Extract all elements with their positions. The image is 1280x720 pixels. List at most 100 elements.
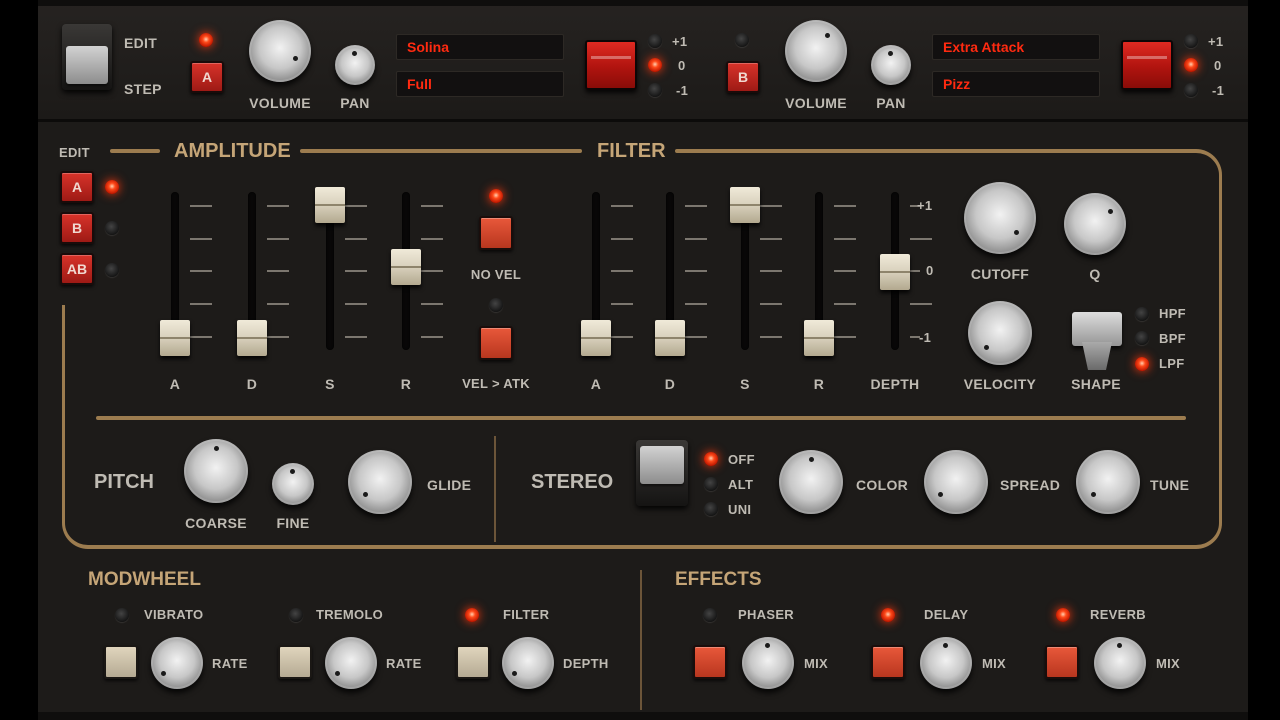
vibrato-rate-knob[interactable] (151, 637, 203, 689)
layer-b-preset-display[interactable]: Extra Attack (932, 34, 1100, 60)
no-vel-led (489, 189, 503, 203)
layer-b-oct-zero-led (1184, 58, 1198, 72)
vel-atk-led (489, 298, 503, 312)
phaser-mix-knob[interactable] (742, 637, 794, 689)
edit-section-label: EDIT (59, 145, 90, 160)
layer-a-led (199, 33, 213, 47)
pitch-stereo-divider (494, 436, 496, 542)
vibrato-led (115, 608, 129, 622)
velocity-knob[interactable] (968, 301, 1032, 365)
modwheel-effects-divider (640, 570, 642, 710)
lpf-led (1135, 357, 1149, 371)
depth-scale-minus: -1 (919, 330, 932, 345)
layer-b-button[interactable]: B (726, 61, 760, 93)
frame-top-line-left (110, 149, 160, 153)
stereo-switch[interactable] (636, 440, 688, 506)
delay-led (881, 608, 895, 622)
layer-b-volume-label: VOLUME (785, 95, 847, 111)
synth-panel: EDIT STEP A VOLUME PAN Solina Full +1 0 … (38, 0, 1248, 720)
filter-title: FILTER (597, 140, 666, 162)
no-vel-button[interactable] (479, 216, 513, 250)
depth-scale-plus: +1 (917, 198, 933, 213)
phaser-led (703, 608, 717, 622)
spread-knob[interactable] (924, 450, 988, 514)
layer-b-volume-knob[interactable] (785, 20, 847, 82)
mod-filter-button[interactable] (456, 645, 490, 679)
layer-a-volume-knob[interactable] (249, 20, 311, 82)
filter-s-label: S (740, 376, 750, 392)
layer-a-preset-display[interactable]: Solina (396, 34, 564, 60)
frame-bottom-line (90, 545, 1194, 549)
shape-switch[interactable] (1072, 312, 1122, 370)
tune-knob[interactable] (1076, 450, 1140, 514)
modwheel-title: MODWHEEL (88, 569, 201, 590)
layer-b-oct-plus-label: +1 (1208, 34, 1224, 49)
delay-button[interactable] (871, 645, 905, 679)
layer-a-oct-plus-led (648, 34, 662, 48)
tremolo-button[interactable] (278, 645, 312, 679)
q-knob[interactable] (1064, 193, 1126, 255)
delay-label: DELAY (924, 607, 969, 622)
layer-a-oct-zero-label: 0 (678, 58, 686, 73)
vel-atk-button[interactable] (479, 326, 513, 360)
mod-filter-led (465, 608, 479, 622)
frame-corner-bottom-left (62, 515, 96, 549)
amp-a-label: A (169, 376, 181, 392)
layer-b-variation-display[interactable]: Pizz (932, 71, 1100, 97)
mod-depth-label: DEPTH (563, 656, 609, 671)
layer-a-oct-zero-led (648, 58, 662, 72)
edit-a-button[interactable]: A (60, 171, 94, 203)
layer-a-pan-knob[interactable] (335, 45, 375, 85)
layer-b-pan-knob[interactable] (871, 45, 911, 85)
filter-depth-label: DEPTH (870, 376, 920, 392)
q-label: Q (1089, 266, 1101, 282)
mod-depth-knob[interactable] (502, 637, 554, 689)
tremolo-label: TREMOLO (316, 607, 384, 622)
depth-scale-zero: 0 (926, 263, 934, 278)
tremolo-rate-knob[interactable] (325, 637, 377, 689)
reverb-button[interactable] (1045, 645, 1079, 679)
reverb-mix-knob[interactable] (1094, 637, 1146, 689)
color-label: COLOR (856, 477, 909, 493)
amp-r-label: R (400, 376, 412, 392)
cutoff-knob[interactable] (964, 182, 1036, 254)
effects-title: EFFECTS (675, 569, 762, 590)
edit-step-switch[interactable] (62, 24, 112, 90)
cutoff-label: CUTOFF (970, 266, 1030, 282)
layer-b-oct-minus-label: -1 (1212, 83, 1225, 98)
delay-mix-knob[interactable] (920, 637, 972, 689)
fine-knob[interactable] (272, 463, 314, 505)
edit-ab-button[interactable]: AB (60, 253, 94, 285)
frame-corner-top-right (1190, 149, 1222, 181)
layer-b-octave-button[interactable] (1121, 40, 1173, 90)
filter-d-label: D (664, 376, 676, 392)
frame-right-line (1219, 176, 1222, 521)
phaser-label: PHASER (738, 607, 794, 622)
spread-label: SPREAD (1000, 477, 1061, 493)
edit-a-led (105, 180, 119, 194)
phaser-button[interactable] (693, 645, 727, 679)
amplitude-title: AMPLITUDE (174, 140, 291, 162)
lpf-label: LPF (1159, 356, 1185, 371)
layer-a-button[interactable]: A (190, 61, 224, 93)
layer-a-octave-button[interactable] (585, 40, 637, 90)
color-knob[interactable] (779, 450, 843, 514)
edit-label: EDIT (124, 35, 158, 51)
coarse-knob[interactable] (184, 439, 248, 503)
frame-middle-line (96, 416, 1186, 420)
layer-a-variation-display[interactable]: Full (396, 71, 564, 97)
filter-r-label: R (813, 376, 825, 392)
vibrato-rate-label: RATE (212, 656, 248, 671)
filter-a-label: A (590, 376, 602, 392)
layer-a-pan-label: PAN (340, 95, 370, 111)
edit-b-button[interactable]: B (60, 212, 94, 244)
glide-knob[interactable] (348, 450, 412, 514)
vibrato-button[interactable] (104, 645, 138, 679)
layer-b-led (735, 33, 749, 47)
bpf-label: BPF (1159, 331, 1186, 346)
mod-filter-label: FILTER (503, 607, 550, 622)
stereo-title: STEREO (531, 471, 614, 493)
step-label: STEP (124, 81, 162, 97)
frame-left-line (62, 305, 65, 521)
vibrato-label: VIBRATO (144, 607, 204, 622)
